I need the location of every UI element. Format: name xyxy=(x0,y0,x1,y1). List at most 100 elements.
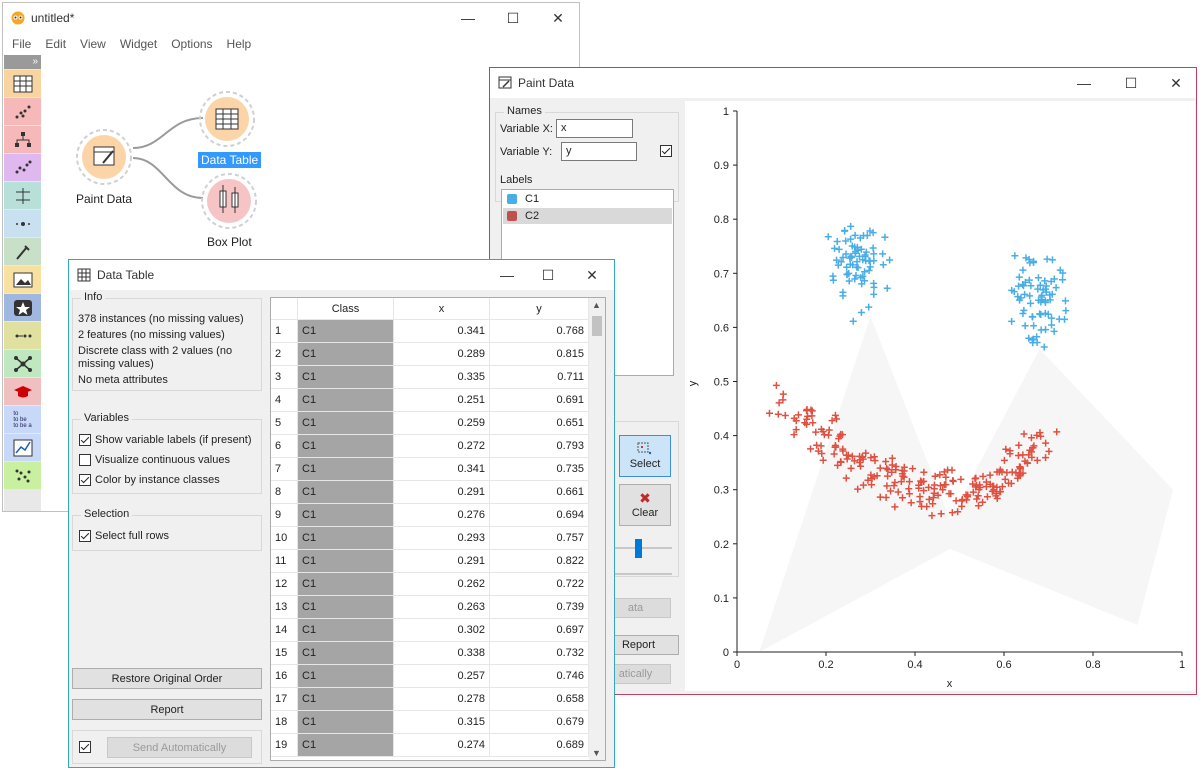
row-header[interactable]: 11 xyxy=(271,550,298,573)
row-header[interactable]: 13 xyxy=(271,596,298,619)
table-cell[interactable]: 0.289 xyxy=(394,343,490,366)
table-cell[interactable]: 0.739 xyxy=(490,596,589,619)
table-cell[interactable]: C1 xyxy=(298,596,394,619)
table-cell[interactable]: C1 xyxy=(298,412,394,435)
row-header[interactable]: 1 xyxy=(271,320,298,343)
table-report-button[interactable]: Report xyxy=(72,699,262,720)
row-header[interactable]: 9 xyxy=(271,504,298,527)
table-cell[interactable]: 0.262 xyxy=(394,573,490,596)
table-cell[interactable]: C1 xyxy=(298,366,394,389)
table-cell[interactable]: 0.689 xyxy=(490,734,589,757)
table-cell[interactable]: 0.293 xyxy=(394,527,490,550)
table-cell[interactable]: 0.815 xyxy=(490,343,589,366)
column-header[interactable] xyxy=(271,298,298,320)
select-full-rows-checkbox[interactable] xyxy=(79,530,91,542)
node-data-table[interactable] xyxy=(196,91,258,153)
table-cell[interactable]: C1 xyxy=(298,481,394,504)
table-cell[interactable]: 0.768 xyxy=(490,320,589,343)
table-cell[interactable]: 0.341 xyxy=(394,458,490,481)
color-by-class-checkbox[interactable] xyxy=(79,474,91,486)
variable-y-input[interactable]: y xyxy=(561,142,637,161)
table-cell[interactable]: C1 xyxy=(298,343,394,366)
table-cell[interactable]: 0.661 xyxy=(490,481,589,504)
table-cell[interactable]: C1 xyxy=(298,573,394,596)
table-cell[interactable]: C1 xyxy=(298,527,394,550)
column-header[interactable]: Class xyxy=(298,298,394,320)
table-cell[interactable]: 0.658 xyxy=(490,688,589,711)
visualize-continuous-checkbox[interactable] xyxy=(79,454,91,466)
table-cell[interactable]: C1 xyxy=(298,320,394,343)
row-header[interactable]: 7 xyxy=(271,458,298,481)
table-cell[interactable]: 0.679 xyxy=(490,711,589,734)
data-table-view[interactable]: Class x y 1 C1 0.341 0.768 2 C1 0.289 0.815 3 C1 0.33… xyxy=(270,297,606,761)
table-cell[interactable]: 0.735 xyxy=(490,458,589,481)
row-header[interactable]: 6 xyxy=(271,435,298,458)
table-cell[interactable]: C1 xyxy=(298,619,394,642)
row-header[interactable]: 10 xyxy=(271,527,298,550)
variable-x-input[interactable]: x xyxy=(556,119,633,138)
table-cell[interactable]: 0.272 xyxy=(394,435,490,458)
table-cell[interactable]: 0.276 xyxy=(394,504,490,527)
row-header[interactable]: 3 xyxy=(271,366,298,389)
table-scrollbar[interactable]: ▲ ▼ xyxy=(589,298,605,760)
table-cell[interactable]: 0.291 xyxy=(394,550,490,573)
show-labels-checkbox[interactable] xyxy=(79,434,91,446)
paint-maximize-button[interactable]: ☐ xyxy=(1111,68,1151,98)
table-cell[interactable]: 0.257 xyxy=(394,665,490,688)
table-cell[interactable]: 0.793 xyxy=(490,435,589,458)
clear-tool-button[interactable]: ✖ Clear xyxy=(619,484,671,526)
column-header[interactable]: x xyxy=(394,298,490,320)
table-cell[interactable]: C1 xyxy=(298,504,394,527)
table-cell[interactable]: 0.341 xyxy=(394,320,490,343)
table-minimize-button[interactable]: — xyxy=(487,260,527,290)
restore-order-button[interactable]: Restore Original Order xyxy=(72,668,262,689)
paint-close-button[interactable]: ✕ xyxy=(1156,68,1196,98)
table-cell[interactable]: C1 xyxy=(298,665,394,688)
row-header[interactable]: 4 xyxy=(271,389,298,412)
table-cell[interactable]: 0.651 xyxy=(490,412,589,435)
scroll-up-icon[interactable]: ▲ xyxy=(592,300,601,310)
label-item-c2[interactable]: C2 xyxy=(503,208,672,224)
column-header[interactable]: y xyxy=(490,298,589,320)
table-cell[interactable]: C1 xyxy=(298,711,394,734)
table-cell[interactable]: 0.251 xyxy=(394,389,490,412)
table-cell[interactable]: 0.335 xyxy=(394,366,490,389)
row-header[interactable]: 14 xyxy=(271,619,298,642)
table-cell[interactable]: C1 xyxy=(298,642,394,665)
paint-minimize-button[interactable]: — xyxy=(1064,68,1104,98)
table-cell[interactable]: 0.302 xyxy=(394,619,490,642)
table-close-button[interactable]: ✕ xyxy=(572,260,612,290)
row-header[interactable]: 15 xyxy=(271,642,298,665)
tool-slider-handle[interactable] xyxy=(635,539,642,558)
label-item-c1[interactable]: C1 xyxy=(503,191,672,207)
table-cell[interactable]: C1 xyxy=(298,389,394,412)
row-header[interactable]: 18 xyxy=(271,711,298,734)
row-header[interactable]: 2 xyxy=(271,343,298,366)
table-cell[interactable]: C1 xyxy=(298,734,394,757)
table-cell[interactable]: 0.291 xyxy=(394,481,490,504)
row-header[interactable]: 5 xyxy=(271,412,298,435)
table-cell[interactable]: 0.732 xyxy=(490,642,589,665)
row-header[interactable]: 17 xyxy=(271,688,298,711)
variable-y-checkbox[interactable] xyxy=(660,145,672,157)
row-header[interactable]: 12 xyxy=(271,573,298,596)
table-cell[interactable]: 0.274 xyxy=(394,734,490,757)
table-cell[interactable]: 0.263 xyxy=(394,596,490,619)
table-cell[interactable]: 0.694 xyxy=(490,504,589,527)
table-cell[interactable]: 0.722 xyxy=(490,573,589,596)
send-automatically-button[interactable]: Send Automatically xyxy=(107,737,252,758)
row-header[interactable]: 8 xyxy=(271,481,298,504)
table-cell[interactable]: 0.746 xyxy=(490,665,589,688)
send-auto-checkbox[interactable] xyxy=(79,741,91,753)
table-cell[interactable]: C1 xyxy=(298,688,394,711)
table-cell[interactable]: 0.278 xyxy=(394,688,490,711)
table-cell[interactable]: C1 xyxy=(298,435,394,458)
select-tool-button[interactable]: Select xyxy=(619,435,671,477)
row-header[interactable]: 16 xyxy=(271,665,298,688)
table-maximize-button[interactable]: ☐ xyxy=(528,260,568,290)
table-cell[interactable]: 0.338 xyxy=(394,642,490,665)
table-cell[interactable]: 0.822 xyxy=(490,550,589,573)
table-cell[interactable]: 0.697 xyxy=(490,619,589,642)
table-cell[interactable]: C1 xyxy=(298,550,394,573)
scatter-plot-svg[interactable]: 0 0.2 0.4 0.6 0.8 1 0 0.1 0.2 0.3 0.4 0.5 0.6 0.7 0.8 0… xyxy=(685,101,1195,691)
